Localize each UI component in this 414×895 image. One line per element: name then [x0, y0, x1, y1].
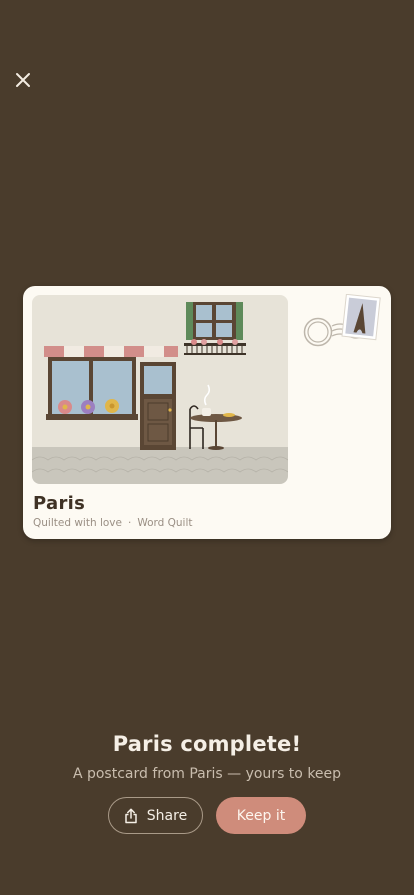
completion-title: Paris complete! — [112, 732, 302, 756]
caption-separator: · — [127, 517, 132, 529]
stamp-area — [300, 293, 384, 354]
share-button[interactable]: Share — [108, 797, 203, 834]
close-button[interactable] — [10, 67, 36, 93]
share-icon — [124, 808, 138, 824]
postcard: Paris Quilted with love · Word Quilt — [23, 286, 391, 539]
postcard-city-title: Paris — [33, 493, 86, 514]
eiffel-tower-stamp-icon — [341, 293, 381, 341]
keep-it-button[interactable]: Keep it — [216, 797, 306, 834]
cafe-illustration — [32, 295, 288, 484]
completion-subtitle: A postcard from Paris — yours to keep — [72, 766, 342, 782]
caption-source: Word Quilt — [137, 517, 193, 529]
caption-text: Quilted with love — [33, 517, 122, 529]
keep-it-label: Keep it — [236, 807, 286, 824]
share-label: Share — [146, 807, 188, 824]
postcard-caption: Quilted with love · Word Quilt — [33, 517, 193, 529]
close-icon — [16, 73, 30, 87]
